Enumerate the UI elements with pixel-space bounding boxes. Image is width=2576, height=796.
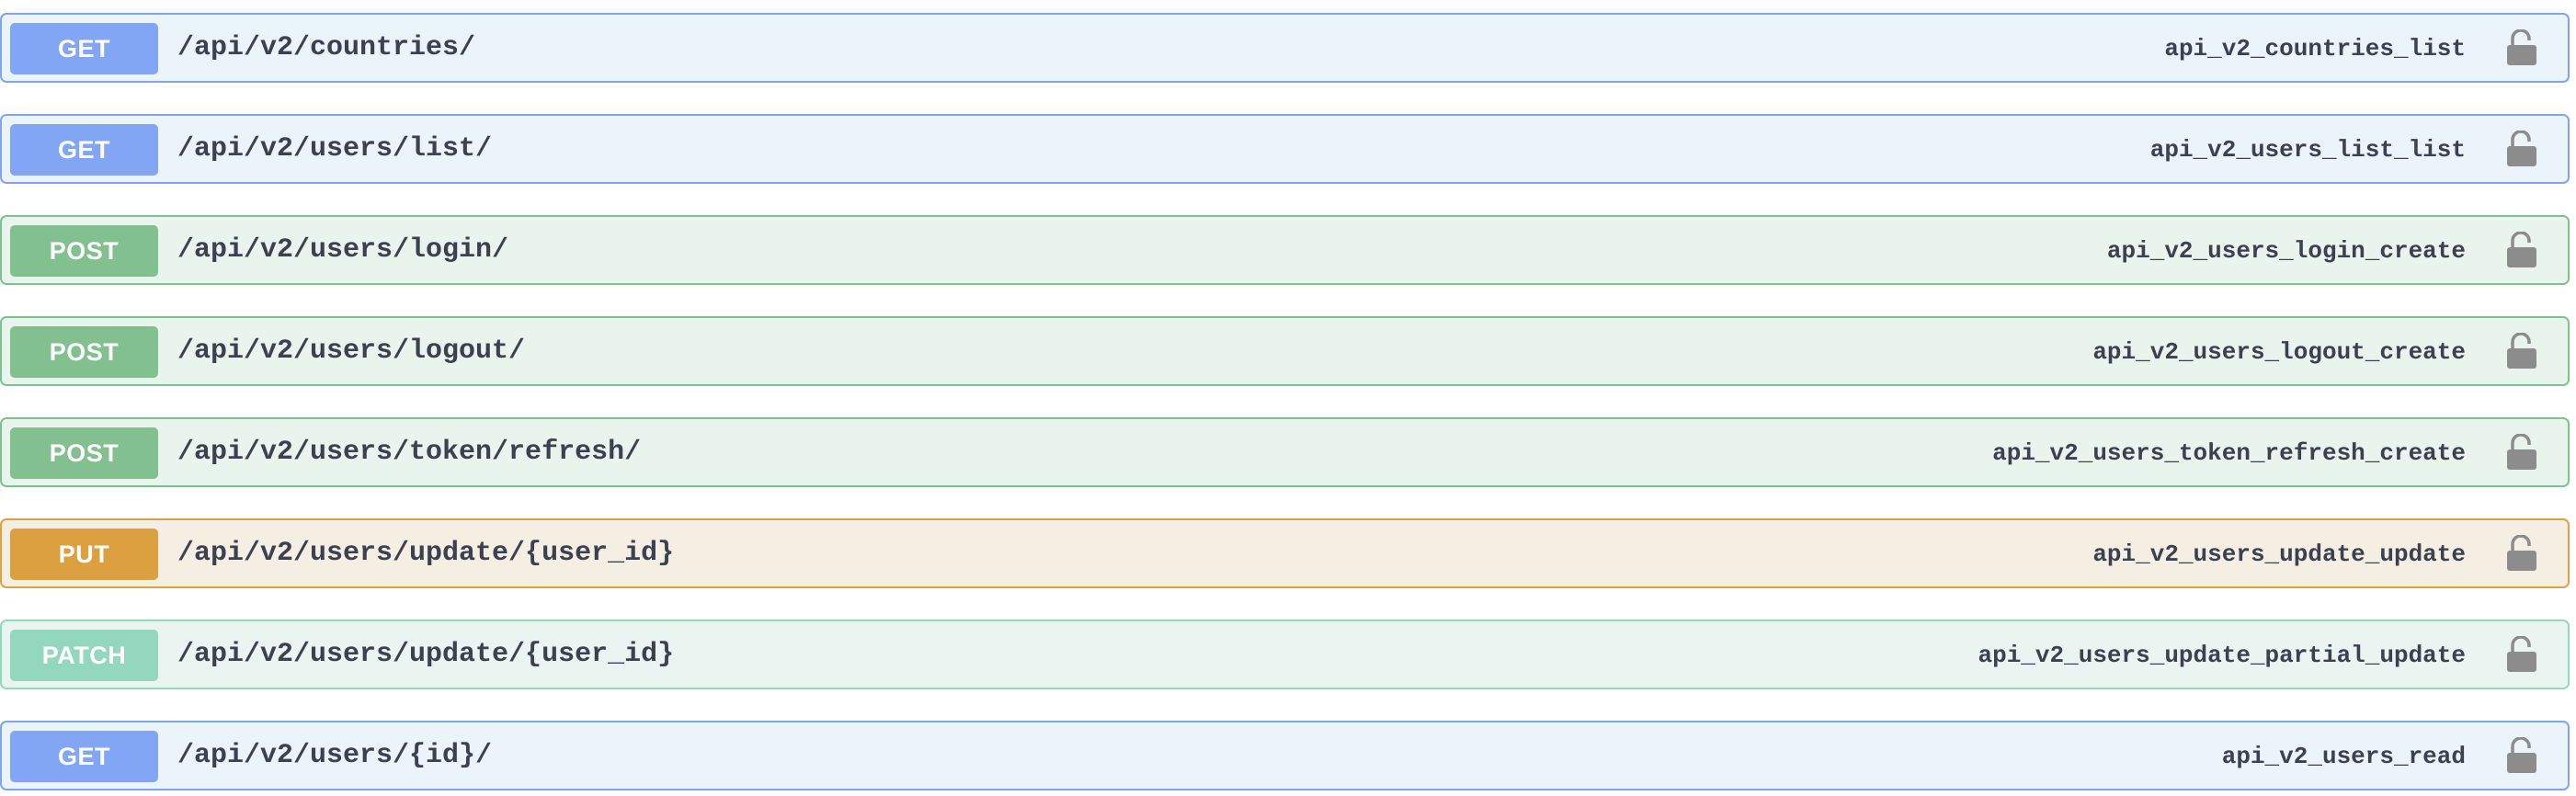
operation-path: /api/v2/users/token/refresh/ bbox=[177, 437, 642, 468]
unlock-icon[interactable] bbox=[2506, 232, 2537, 268]
method-badge: GET bbox=[10, 23, 158, 74]
unlock-icon[interactable] bbox=[2506, 29, 2537, 66]
operation-row-users-token-refresh[interactable]: POST /api/v2/users/token/refresh/ api_v2… bbox=[0, 417, 2570, 487]
method-badge: POST bbox=[10, 326, 158, 378]
operation-row-users-logout[interactable]: POST /api/v2/users/logout/ api_v2_users_… bbox=[0, 316, 2570, 386]
operation-path: /api/v2/users/update/{user_id} bbox=[177, 639, 675, 670]
operation-id: api_v2_users_token_refresh_create bbox=[1992, 439, 2466, 467]
operations-list: GET /api/v2/countries/ api_v2_countries_… bbox=[0, 0, 2576, 796]
unlock-icon[interactable] bbox=[2506, 737, 2537, 774]
operation-row-users-partial-update[interactable]: PATCH /api/v2/users/update/{user_id} api… bbox=[0, 620, 2570, 689]
operation-row-users-update[interactable]: PUT /api/v2/users/update/{user_id} api_v… bbox=[0, 518, 2570, 588]
operation-path: /api/v2/users/update/{user_id} bbox=[177, 538, 675, 569]
operation-row-users-read[interactable]: GET /api/v2/users/{id}/ api_v2_users_rea… bbox=[0, 721, 2570, 790]
operation-path: /api/v2/users/login/ bbox=[177, 234, 509, 266]
operation-path: /api/v2/users/{id}/ bbox=[177, 740, 493, 771]
unlock-icon[interactable] bbox=[2506, 131, 2537, 167]
unlock-icon[interactable] bbox=[2506, 535, 2537, 572]
unlock-icon[interactable] bbox=[2506, 434, 2537, 471]
method-badge: POST bbox=[10, 225, 158, 277]
operation-row-users-list[interactable]: GET /api/v2/users/list/ api_v2_users_lis… bbox=[0, 114, 2570, 184]
operation-row-users-login[interactable]: POST /api/v2/users/login/ api_v2_users_l… bbox=[0, 215, 2570, 285]
method-badge: GET bbox=[10, 731, 158, 782]
unlock-icon[interactable] bbox=[2506, 636, 2537, 673]
operation-id: api_v2_users_login_create bbox=[2106, 237, 2466, 265]
method-badge: POST bbox=[10, 427, 158, 479]
operation-id: api_v2_users_read bbox=[2221, 743, 2466, 770]
operation-id: api_v2_users_logout_create bbox=[2092, 338, 2466, 366]
method-badge: PATCH bbox=[10, 630, 158, 681]
operation-path: /api/v2/users/logout/ bbox=[177, 335, 526, 367]
method-badge: GET bbox=[10, 124, 158, 176]
unlock-icon[interactable] bbox=[2506, 333, 2537, 370]
method-badge: PUT bbox=[10, 529, 158, 580]
operation-path: /api/v2/users/list/ bbox=[177, 133, 493, 165]
operation-path: /api/v2/countries/ bbox=[177, 32, 476, 63]
operation-row-countries-list[interactable]: GET /api/v2/countries/ api_v2_countries_… bbox=[0, 13, 2570, 83]
operation-id: api_v2_countries_list bbox=[2164, 35, 2466, 63]
operation-id: api_v2_users_update_partial_update bbox=[1978, 642, 2467, 669]
operation-id: api_v2_users_list_list bbox=[2149, 136, 2466, 164]
operation-id: api_v2_users_update_update bbox=[2092, 540, 2466, 568]
